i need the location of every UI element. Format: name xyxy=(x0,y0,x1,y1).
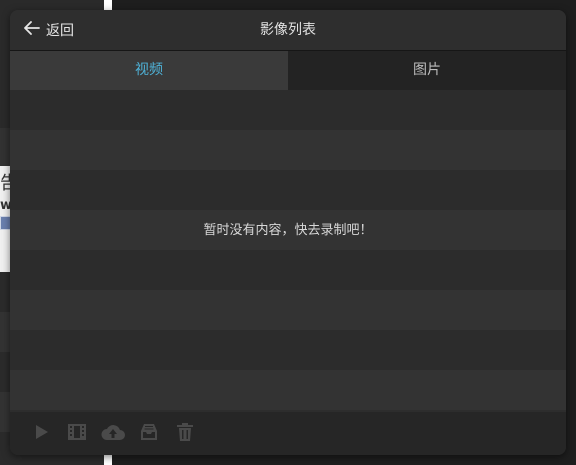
tab-video[interactable]: 视频 xyxy=(10,51,288,90)
media-tabs: 视频 图片 xyxy=(10,51,566,90)
dialog-header: 返回 影像列表 xyxy=(10,10,566,51)
list-row xyxy=(10,290,566,330)
play-button[interactable] xyxy=(30,423,52,445)
save-button[interactable] xyxy=(138,423,160,445)
media-list: 暂时没有内容，快去录制吧！ xyxy=(10,90,566,412)
list-row xyxy=(10,170,566,210)
dialog-title: 影像列表 xyxy=(260,22,316,38)
trash-icon xyxy=(176,422,194,446)
list-row xyxy=(10,90,566,130)
upload-button[interactable] xyxy=(101,423,125,445)
empty-state-message: 暂时没有内容，快去录制吧！ xyxy=(203,223,373,238)
inbox-icon xyxy=(139,422,159,446)
list-row xyxy=(10,250,566,290)
film-icon xyxy=(67,423,87,445)
media-list-dialog: 返回 影像列表 视频 图片 暂时没有内容，快去录制吧！ xyxy=(10,10,566,455)
list-row xyxy=(10,330,566,370)
play-icon xyxy=(32,423,50,445)
list-row xyxy=(10,370,566,410)
bottom-toolbar xyxy=(10,412,566,455)
clip-button[interactable] xyxy=(66,423,88,445)
list-row xyxy=(10,130,566,170)
cloud-upload-icon xyxy=(101,423,125,445)
tab-pictures[interactable]: 图片 xyxy=(288,51,566,90)
delete-button[interactable] xyxy=(174,422,196,446)
